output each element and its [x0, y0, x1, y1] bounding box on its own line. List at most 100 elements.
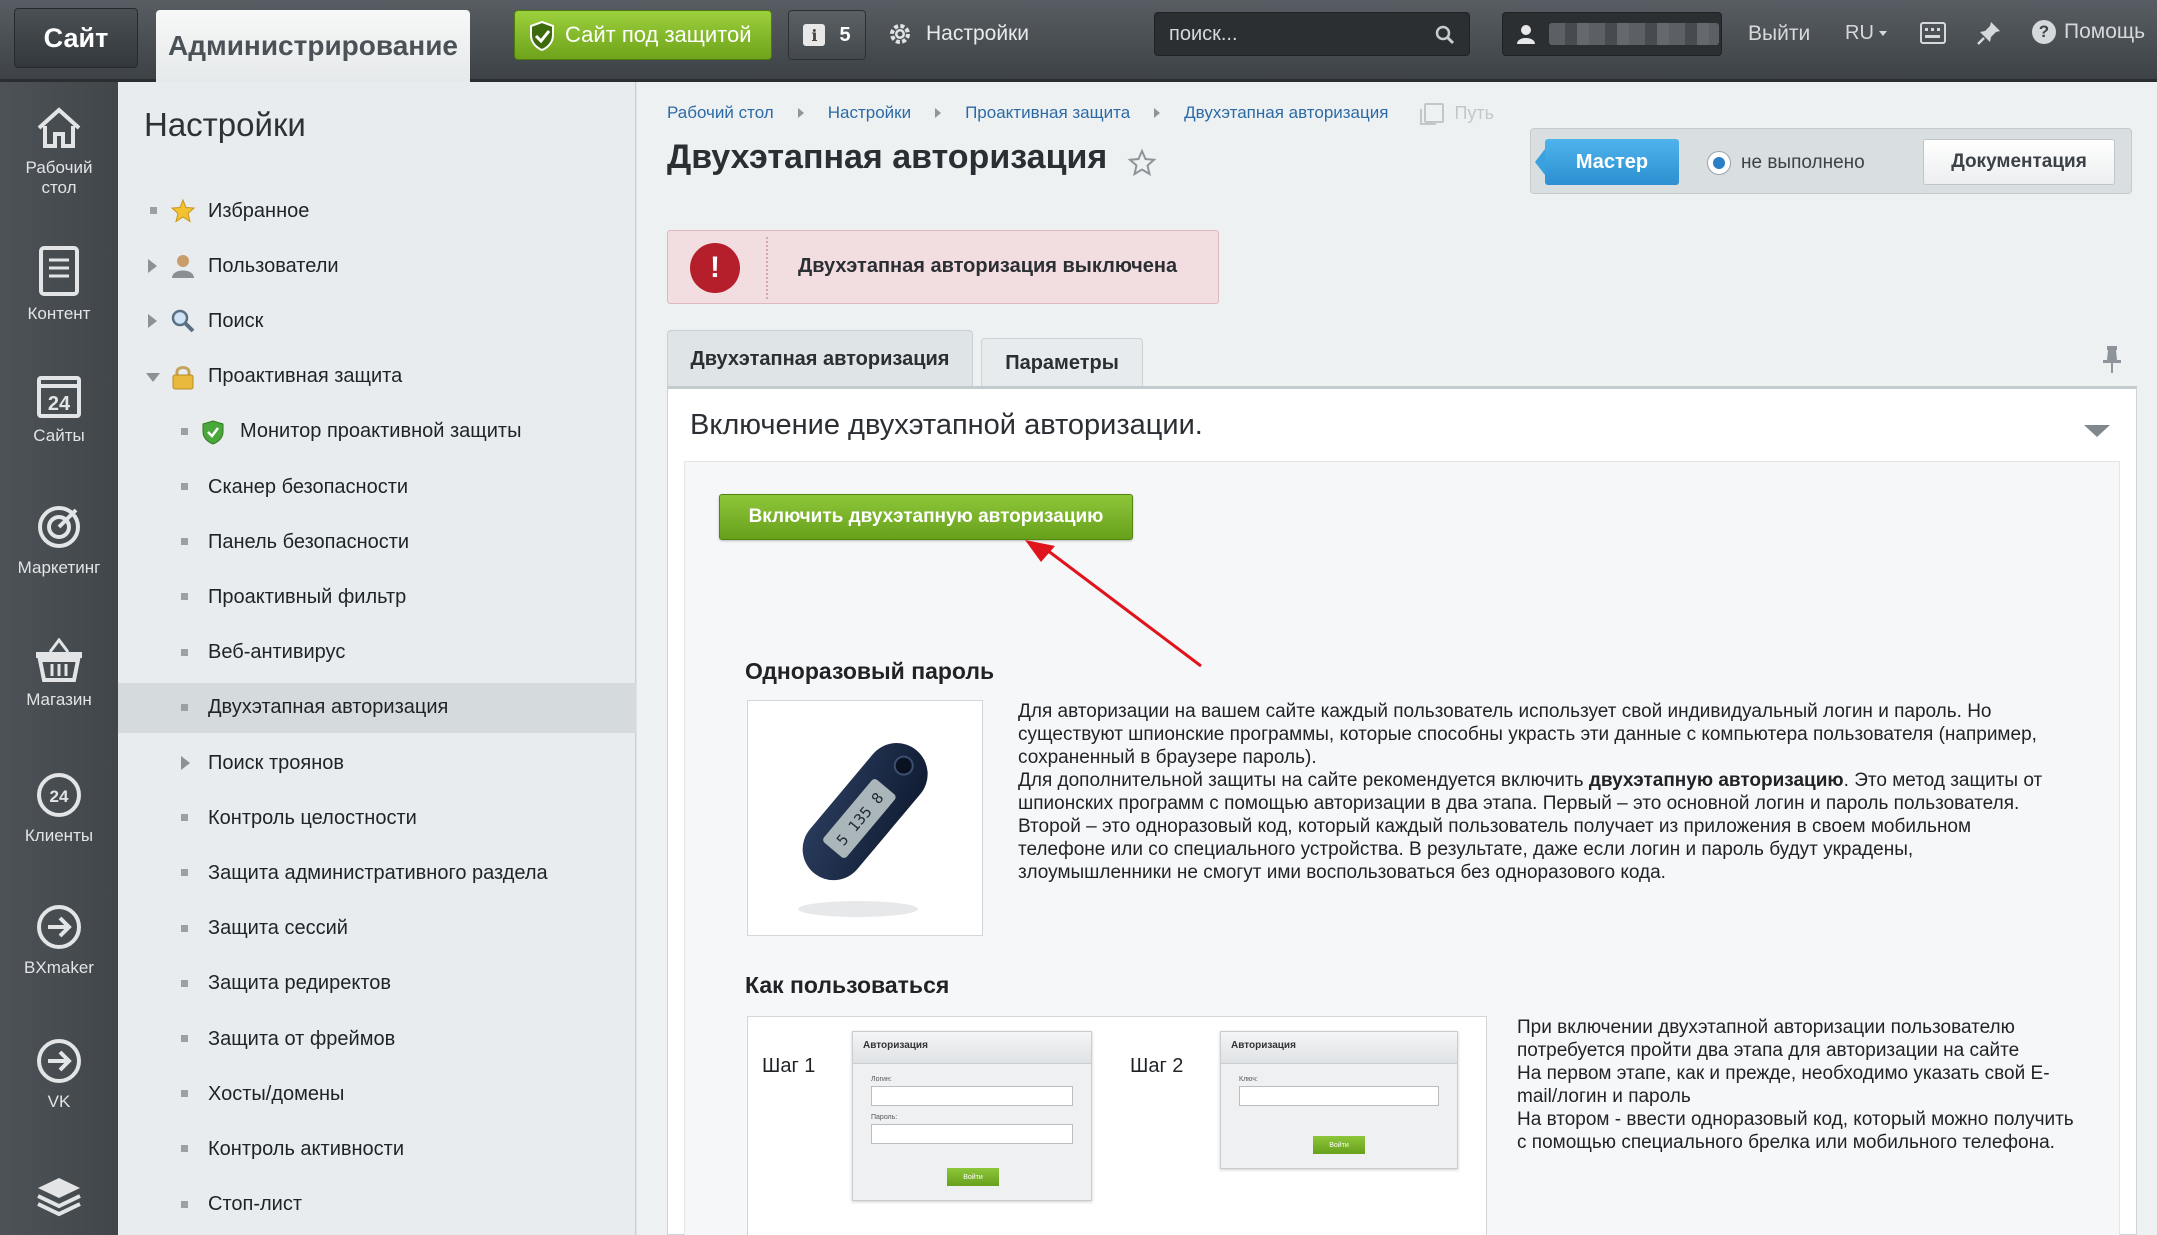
collapse-toggle-icon[interactable]	[2084, 425, 2110, 437]
help-link[interactable]: ? Помощь	[2032, 20, 2145, 44]
logout-link[interactable]: Выйти	[1748, 22, 1810, 46]
notifications-button[interactable]: i 5	[788, 10, 866, 60]
chevron-right-icon[interactable]	[148, 259, 157, 274]
breadcrumb-item[interactable]: Двухэтапная авторизация	[1184, 103, 1388, 123]
mini-form-title: Авторизация	[1221, 1032, 1457, 1064]
menu-item[interactable]: Защита редиректов	[118, 959, 636, 1009]
breadcrumb-separator	[1154, 108, 1161, 118]
settings-label: Настройки	[926, 22, 1029, 45]
menu-item[interactable]: Защита сессий	[118, 904, 636, 954]
pin-tabs-icon[interactable]	[2101, 344, 2123, 374]
rail-label: Рабочий стол	[25, 158, 93, 197]
breadcrumb-item[interactable]: Настройки	[828, 103, 911, 123]
mini-password-input	[871, 1124, 1073, 1144]
search-icon	[170, 308, 196, 334]
menu-item[interactable]: Пользователи	[118, 241, 636, 291]
menu-item[interactable]: Проактивный фильтр	[118, 572, 636, 622]
menu-item[interactable]: Хосты/домены	[118, 1069, 636, 1119]
bullet-icon	[181, 924, 188, 932]
bullet-icon	[181, 427, 188, 435]
mini-login-label: Логин:	[871, 1076, 892, 1083]
breadcrumb-item[interactable]: Рабочий стол	[667, 103, 774, 123]
bullet-icon	[181, 703, 188, 711]
bullet-icon	[181, 538, 188, 546]
arrow-circle-icon	[37, 1039, 81, 1083]
basket-icon	[36, 638, 82, 682]
gear-icon	[890, 24, 910, 44]
alert-text: Двухэтапная авторизация выключена	[798, 255, 1178, 277]
bullet-icon	[181, 869, 188, 877]
bullet-icon	[181, 1200, 188, 1208]
chevron-right-icon[interactable]	[148, 314, 157, 329]
user-icon	[1517, 25, 1535, 44]
alert-divider	[766, 237, 768, 299]
breadcrumb-item[interactable]: Проактивная защита	[965, 103, 1130, 123]
menu-item[interactable]: Стоп-лист	[118, 1180, 636, 1230]
chevron-right-icon[interactable]	[181, 756, 190, 770]
mini-submit-button: Войти	[947, 1168, 999, 1186]
bullet-icon	[181, 483, 188, 490]
menu-item-label: Поиск	[208, 309, 264, 332]
master-button[interactable]: Мастер	[1535, 139, 1679, 185]
enable-two-step-auth-button[interactable]: Включить двухэтапную авторизацию	[719, 494, 1133, 540]
menu-item[interactable]: Поиск троянов	[118, 738, 636, 788]
breadcrumb-separator	[797, 108, 804, 118]
tab-panel: Включение двухэтапной авторизации. Включ…	[667, 386, 2137, 1235]
rail-item-sites[interactable]: 24 Сайты	[0, 374, 118, 446]
menu-item[interactable]: Двухэтапная авторизация	[118, 682, 636, 733]
keyboard-icon[interactable]	[1920, 20, 1946, 46]
star-icon	[170, 198, 196, 224]
rail-label: Маркетинг	[17, 558, 101, 577]
path-button[interactable]: Путь	[1420, 102, 1495, 125]
status-radio-icon	[1707, 151, 1731, 175]
menu-item[interactable]: Проактивная защита	[118, 352, 636, 402]
menu-item[interactable]: Монитор проактивной защиты	[118, 407, 636, 457]
otp-description: Для авторизации на вашем сайте каждый по…	[1018, 700, 2048, 884]
rail-item-vk[interactable]: VK	[0, 1038, 118, 1112]
bullet-icon	[181, 593, 188, 601]
menu-item[interactable]: Панель безопасности	[118, 517, 636, 567]
main-content: Рабочий стол Настройки Проактивная защит…	[637, 82, 2157, 1235]
path-label: Путь	[1454, 102, 1495, 123]
menu-item[interactable]: Веб-антивирус	[118, 628, 636, 678]
menu-item[interactable]: Защита административного раздела	[118, 848, 636, 898]
red-arrow-annotation	[1025, 540, 1202, 668]
rail-item-desktop[interactable]: Рабочий стол	[0, 106, 118, 198]
tab-parameters[interactable]: Параметры	[981, 338, 1143, 388]
documentation-button[interactable]: Документация	[1923, 139, 2115, 185]
menu-item-label: Сканер безопасности	[208, 475, 409, 498]
favorite-star-icon[interactable]	[1127, 148, 1157, 178]
bullet-icon	[181, 1035, 188, 1042]
rail-item-bxmaker[interactable]: BXmaker	[0, 904, 118, 978]
rail-item-clients[interactable]: 24 Клиенты	[0, 772, 118, 846]
settings-link[interactable]: Настройки	[888, 14, 1029, 54]
rail-item-shop[interactable]: Магазин	[0, 638, 118, 710]
site-tab[interactable]: Сайт	[14, 8, 138, 68]
chevron-down-icon[interactable]	[146, 372, 160, 382]
pin-icon[interactable]	[1976, 20, 2002, 46]
clients-24-icon: 24	[37, 773, 81, 817]
menu-item[interactable]: Сканер безопасности	[118, 462, 636, 512]
rail-item-content[interactable]: Контент	[0, 246, 118, 324]
mini-code-label: Ключ:	[1239, 1076, 1258, 1083]
rail-item-marketing[interactable]: Маркетинг	[0, 504, 118, 578]
site-protected-button[interactable]: Сайт под защитой	[514, 10, 772, 60]
user-menu[interactable]	[1502, 12, 1722, 56]
search-icon[interactable]	[1435, 25, 1455, 45]
shield-icon	[200, 419, 226, 445]
admin-tab[interactable]: Администрирование	[156, 10, 470, 82]
menu-item-label: Веб-антивирус	[208, 641, 346, 664]
menu-item-label: Поиск троянов	[208, 751, 345, 774]
user-name-blurred	[1549, 23, 1719, 45]
menu-item[interactable]: Контроль целостности	[118, 793, 636, 843]
language-select[interactable]: RU	[1845, 22, 1887, 45]
rail-item-more[interactable]	[0, 1174, 118, 1226]
search-input[interactable]	[1169, 22, 1419, 46]
how-text-1: При включении двухэтапной авторизации по…	[1517, 1017, 2020, 1061]
menu-item[interactable]: Защита от фреймов	[118, 1014, 636, 1064]
menu-item[interactable]: Избранное	[118, 186, 636, 236]
tab-two-step-auth[interactable]: Двухэтапная авторизация	[667, 330, 973, 388]
menu-item[interactable]: Контроль активности	[118, 1124, 636, 1174]
menu-item[interactable]: Поиск	[118, 296, 636, 346]
bullet-icon	[181, 814, 188, 822]
